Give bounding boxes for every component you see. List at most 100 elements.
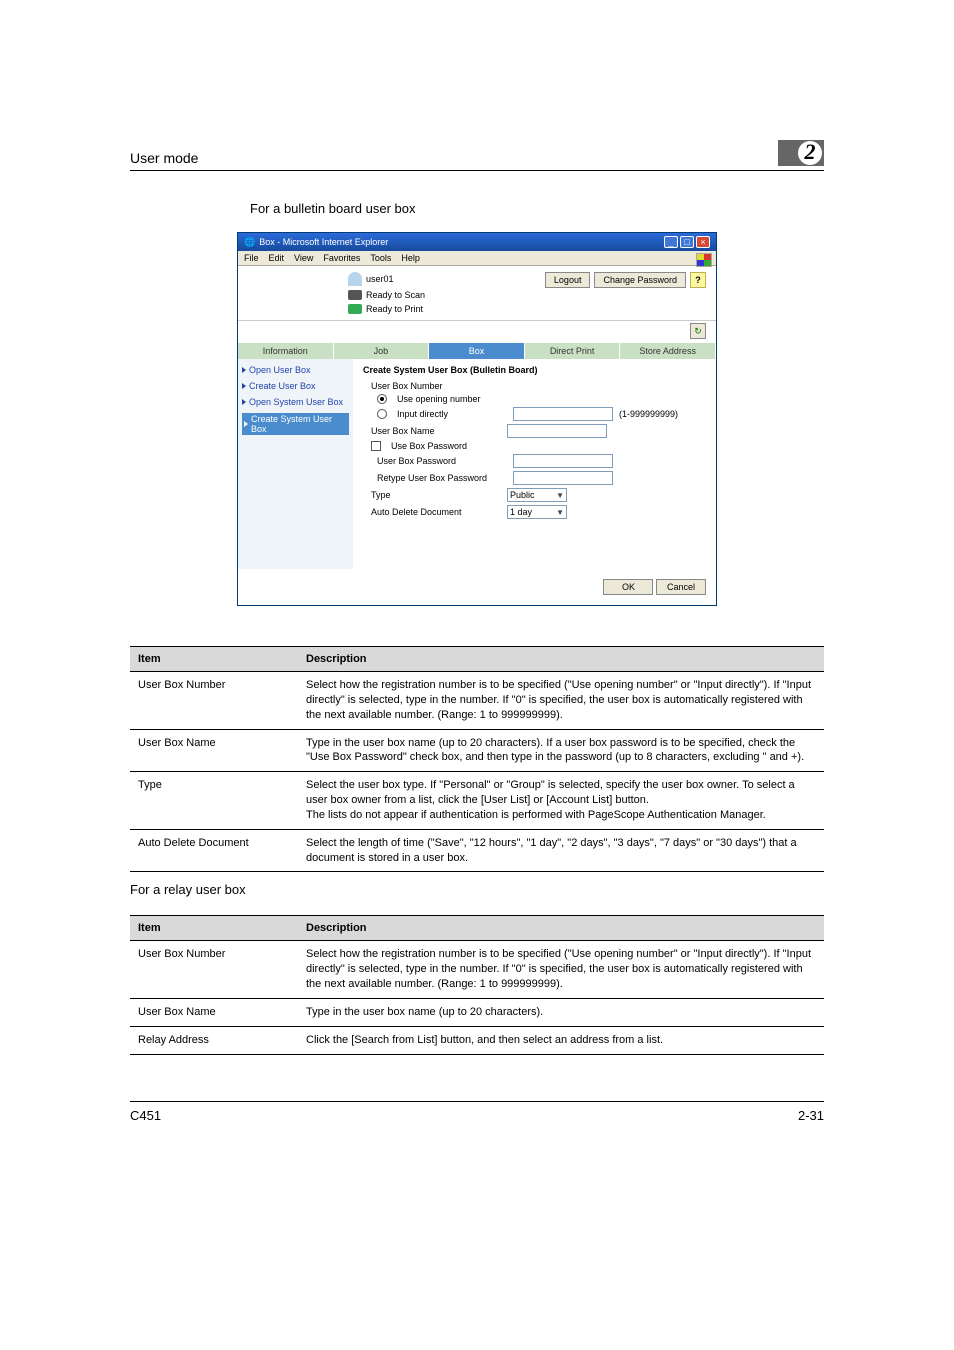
table-row: User Box Name Type in the user box name … xyxy=(130,998,824,1026)
type-select[interactable]: Public ▼ xyxy=(507,488,567,502)
cancel-button[interactable]: Cancel xyxy=(656,579,706,595)
subheading-bulletin: For a bulletin board user box xyxy=(250,201,824,216)
table1-row2-desc: Select the user box type. If "Personal" … xyxy=(298,772,824,830)
table2-row0-item: User Box Number xyxy=(130,941,298,999)
table2-row0-desc: Select how the registration number is to… xyxy=(298,941,824,999)
table1-row2-item: Type xyxy=(130,772,298,830)
relay-box-table: Item Description User Box Number Select … xyxy=(130,915,824,1054)
footer-page-number: 2-31 xyxy=(798,1108,824,1123)
embedded-browser-window: 🌐 Box - Microsoft Internet Explorer _ □ … xyxy=(237,232,717,606)
user-icon xyxy=(348,272,362,286)
table-row: Relay Address Click the [Search from Lis… xyxy=(130,1026,824,1054)
table1-row3-item: Auto Delete Document xyxy=(130,829,298,872)
tab-direct-print[interactable]: Direct Print xyxy=(525,343,621,359)
nav-open-user-box[interactable]: Open User Box xyxy=(242,365,349,375)
logged-in-user: user01 xyxy=(366,274,394,284)
tab-box[interactable]: Box xyxy=(429,343,525,359)
window-title: Box - Microsoft Internet Explorer xyxy=(259,237,388,247)
table-row: User Box Name Type in the user box name … xyxy=(130,729,824,772)
table2-row1-desc: Type in the user box name (up to 20 char… xyxy=(298,998,824,1026)
ie-throbber-icon xyxy=(696,253,712,267)
nav-create-system-user-box-label: Create System User Box xyxy=(251,414,347,434)
radio-use-opening-number[interactable] xyxy=(377,394,387,404)
ok-button[interactable]: OK xyxy=(603,579,653,595)
change-password-button[interactable]: Change Password xyxy=(594,272,686,288)
nav-open-system-user-box-label: Open System User Box xyxy=(249,397,343,407)
scan-status: Ready to Scan xyxy=(366,290,425,300)
maximize-button[interactable]: □ xyxy=(680,236,694,248)
user-box-password-input[interactable] xyxy=(513,454,613,468)
form-panel: Create System User Box (Bulletin Board) … xyxy=(353,359,716,569)
menu-help[interactable]: Help xyxy=(401,253,420,263)
main-tabs: Information Job Box Direct Print Store A… xyxy=(238,343,716,359)
opt-input-directly: Input directly xyxy=(397,409,507,419)
user-box-number-input[interactable] xyxy=(513,407,613,421)
table2-row2-desc: Click the [Search from List] button, and… xyxy=(298,1026,824,1054)
minimize-button[interactable]: _ xyxy=(664,236,678,248)
form-title: Create System User Box (Bulletin Board) xyxy=(363,365,706,375)
nav-create-user-box[interactable]: Create User Box xyxy=(242,381,349,391)
menu-view[interactable]: View xyxy=(294,253,313,263)
table-row: Auto Delete Document Select the length o… xyxy=(130,829,824,872)
radio-input-directly[interactable] xyxy=(377,409,387,419)
user-box-password-label: User Box Password xyxy=(377,456,507,466)
table2-header-desc: Description xyxy=(298,916,824,941)
chapter-badge: 2 xyxy=(778,140,824,166)
table1-row0-desc: Select how the registration number is to… xyxy=(298,672,824,730)
scanner-icon xyxy=(348,290,362,300)
help-icon[interactable]: ? xyxy=(690,272,706,288)
window-titlebar: 🌐 Box - Microsoft Internet Explorer _ □ … xyxy=(238,233,716,251)
menu-bar: File Edit View Favorites Tools Help xyxy=(238,251,716,266)
logout-button[interactable]: Logout xyxy=(545,272,591,288)
tab-job[interactable]: Job xyxy=(334,343,430,359)
auto-delete-select-value: 1 day xyxy=(510,507,532,517)
table1-header-desc: Description xyxy=(298,647,824,672)
type-label: Type xyxy=(371,490,501,500)
bulletin-box-table: Item Description User Box Number Select … xyxy=(130,646,824,872)
auto-delete-select[interactable]: 1 day ▼ xyxy=(507,505,567,519)
chevron-down-icon: ▼ xyxy=(556,491,564,500)
user-box-name-label: User Box Name xyxy=(371,426,501,436)
print-status: Ready to Print xyxy=(366,304,423,314)
table-row: Type Select the user box type. If "Perso… xyxy=(130,772,824,830)
use-box-password-checkbox[interactable] xyxy=(371,441,381,451)
subheading-relay: For a relay user box xyxy=(130,882,824,897)
chevron-down-icon: ▼ xyxy=(556,508,564,517)
user-box-name-input[interactable] xyxy=(507,424,607,438)
table-row: User Box Number Select how the registrat… xyxy=(130,941,824,999)
table1-row1-desc: Type in the user box name (up to 20 char… xyxy=(298,729,824,772)
table2-row1-item: User Box Name xyxy=(130,998,298,1026)
close-button[interactable]: × xyxy=(696,236,710,248)
user-box-number-range: (1-999999999) xyxy=(619,409,678,419)
table1-row3-desc: Select the length of time ("Save", "12 h… xyxy=(298,829,824,872)
nav-open-system-user-box[interactable]: Open System User Box xyxy=(242,397,349,407)
chapter-number: 2 xyxy=(798,141,822,165)
use-box-password-label: Use Box Password xyxy=(391,441,467,451)
ie-icon: 🌐 xyxy=(244,237,255,248)
auto-delete-label: Auto Delete Document xyxy=(371,507,501,517)
footer-model: C451 xyxy=(130,1108,161,1123)
menu-edit[interactable]: Edit xyxy=(269,253,285,263)
retype-password-input[interactable] xyxy=(513,471,613,485)
table1-header-item: Item xyxy=(130,647,298,672)
type-select-value: Public xyxy=(510,490,535,500)
tab-store-address[interactable]: Store Address xyxy=(620,343,716,359)
side-navigation: Open User Box Create User Box Open Syste… xyxy=(238,359,353,569)
nav-create-system-user-box[interactable]: Create System User Box xyxy=(242,413,349,435)
tab-information[interactable]: Information xyxy=(238,343,334,359)
nav-create-user-box-label: Create User Box xyxy=(249,381,316,391)
menu-file[interactable]: File xyxy=(244,253,259,263)
table2-row2-item: Relay Address xyxy=(130,1026,298,1054)
table1-row0-item: User Box Number xyxy=(130,672,298,730)
opt-use-opening-number: Use opening number xyxy=(397,394,481,404)
printer-icon xyxy=(348,304,362,314)
menu-tools[interactable]: Tools xyxy=(370,253,391,263)
table2-header-item: Item xyxy=(130,916,298,941)
menu-favorites[interactable]: Favorites xyxy=(323,253,360,263)
retype-password-label: Retype User Box Password xyxy=(377,473,507,483)
user-box-number-label: User Box Number xyxy=(371,381,501,391)
page-header-title: User mode xyxy=(130,150,198,166)
refresh-icon[interactable]: ↻ xyxy=(690,323,706,339)
table1-row1-item: User Box Name xyxy=(130,729,298,772)
nav-open-user-box-label: Open User Box xyxy=(249,365,311,375)
